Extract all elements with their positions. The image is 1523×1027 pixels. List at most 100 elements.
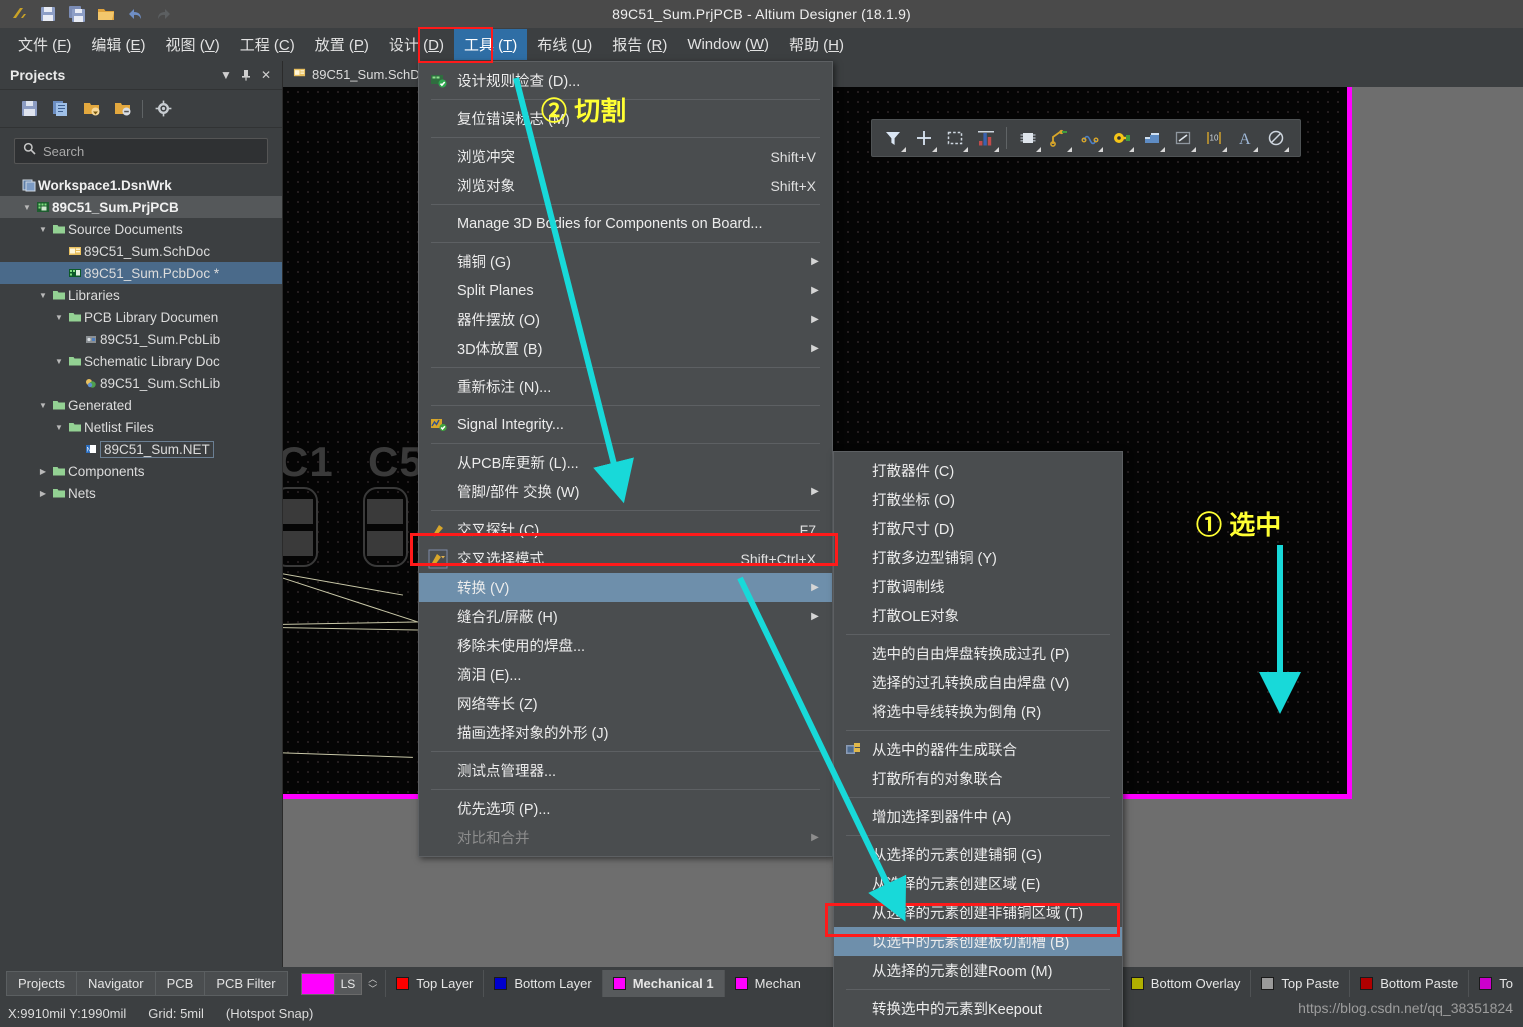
- save-icon[interactable]: [18, 98, 40, 120]
- open-project-icon[interactable]: [80, 98, 102, 120]
- menu-item-signal-integrity[interactable]: Signal Integrity...: [419, 410, 832, 439]
- line-icon[interactable]: [1168, 124, 1197, 153]
- submenu-item-explode-modulated-line[interactable]: 打散调制线: [834, 572, 1122, 601]
- dimension-icon[interactable]: 10: [1199, 124, 1228, 153]
- submenu-item-create-cutout-region-from-selected[interactable]: 从选择的元素创建非铺铜区域 (T): [834, 898, 1122, 927]
- submenu-item-create-union[interactable]: 从选中的器件生成联合: [834, 735, 1122, 764]
- tree-twisty[interactable]: ▶: [36, 489, 50, 498]
- menu-help[interactable]: 帮助 (H): [779, 29, 854, 60]
- submenu-item-track-to-chamfer[interactable]: 将选中导线转换为倒角 (R): [834, 697, 1122, 726]
- open-folder-icon[interactable]: [95, 3, 117, 25]
- spinner-up-icon[interactable]: ︿: [368, 974, 377, 984]
- tree-twisty[interactable]: ▼: [36, 401, 50, 410]
- tree-item-components[interactable]: ▶ Components: [0, 460, 282, 482]
- tree-item-netlist-files[interactable]: ▼ Netlist Files: [0, 416, 282, 438]
- gear-icon[interactable]: [152, 98, 174, 120]
- menu-route[interactable]: 布线 (U): [527, 29, 602, 60]
- tree-item-source-documents[interactable]: ▼ Source Documents: [0, 218, 282, 240]
- search-box[interactable]: [14, 138, 268, 164]
- tree-item-pcblib[interactable]: 89C51_Sum.PcbLib: [0, 328, 282, 350]
- submenu-item-explode-dimension[interactable]: 打散尺寸 (D): [834, 514, 1122, 543]
- quick-access-toolbar[interactable]: [0, 3, 175, 25]
- tree-item-net[interactable]: N 89C51_Sum.NET: [0, 438, 282, 460]
- menu-item-manage-3d-bodies[interactable]: Manage 3D Bodies for Components on Board…: [419, 209, 832, 238]
- via-icon[interactable]: [1106, 124, 1135, 153]
- submenu-item-create-board-cutout-from-selected[interactable]: 以选中的元素创建板切割槽 (B): [834, 927, 1122, 956]
- menu-item-cross-select-mode[interactable]: 交叉选择模式 Shift+Ctrl+X: [419, 544, 832, 573]
- board-planning-icon[interactable]: [971, 124, 1000, 153]
- layer-tab-top-paste[interactable]: Top Paste: [1250, 970, 1349, 997]
- submenu-item-create-region-from-selected[interactable]: 从选择的元素创建区域 (E): [834, 869, 1122, 898]
- submenu-item-explode-ole-object[interactable]: 打散OLE对象: [834, 601, 1122, 630]
- active-layer-color-swatch[interactable]: [300, 972, 335, 995]
- close-project-icon[interactable]: [111, 98, 133, 120]
- layer-tab-top-overlay-partial[interactable]: To: [1468, 970, 1523, 997]
- menu-item-update-from-pcb-library[interactable]: 从PCB库更新 (L)...: [419, 448, 832, 477]
- undo-icon[interactable]: [124, 3, 146, 25]
- submenu-item-create-polygon-from-selected[interactable]: 从选择的元素创建铺铜 (G): [834, 840, 1122, 869]
- search-input[interactable]: [43, 143, 259, 159]
- menu-item-split-planes[interactable]: Split Planes ▶: [419, 276, 832, 305]
- tree-item-libraries[interactable]: ▼ Libraries: [0, 284, 282, 306]
- menu-item-via-stitching-shielding[interactable]: 缝合孔/屏蔽 (H) ▶: [419, 602, 832, 631]
- layer-tab-top-layer[interactable]: Top Layer: [385, 970, 483, 997]
- layer-tab-bottom-layer[interactable]: Bottom Layer: [483, 970, 601, 997]
- menu-item-polygon-pours[interactable]: 铺铜 (G) ▶: [419, 247, 832, 276]
- layer-tab-mechanical-partial[interactable]: Mechan: [723, 970, 811, 997]
- menu-reports[interactable]: 报告 (R): [602, 29, 677, 60]
- save-icon[interactable]: [37, 3, 59, 25]
- submenu-item-explode-coordinate[interactable]: 打散坐标 (O): [834, 485, 1122, 514]
- menu-item-teardrops[interactable]: 滴泪 (E)...: [419, 660, 832, 689]
- component-icon[interactable]: [1013, 124, 1042, 153]
- submenu-item-break-all-unions[interactable]: 打散所有的对象联合: [834, 764, 1122, 793]
- menu-item-cross-probe[interactable]: 交叉探针 (C) F7: [419, 515, 832, 544]
- tools-dropdown-menu[interactable]: 设计规则检查 (D)... 复位错误标志 (M) 浏览冲突 Shift+V 浏览…: [418, 61, 833, 857]
- layer-tab-bottom-paste[interactable]: Bottom Paste: [1349, 970, 1468, 997]
- pin-icon[interactable]: [236, 65, 256, 85]
- layer-tab-bottom-overlay[interactable]: Bottom Overlay: [1119, 970, 1251, 997]
- menu-item-browse-objects[interactable]: 浏览对象 Shift+X: [419, 171, 832, 200]
- tree-item-schematic-library-documents[interactable]: ▼ Schematic Library Doc: [0, 350, 282, 372]
- tree-twisty[interactable]: ▼: [20, 203, 34, 212]
- tree-twisty[interactable]: ▼: [36, 225, 50, 234]
- panel-button-projects[interactable]: Projects: [6, 971, 77, 996]
- project-tree[interactable]: Workspace1.DsnWrk ▼ 89C51_Sum.PrjPCB ▼ S…: [0, 172, 282, 504]
- projects-panel-toolbar[interactable]: [0, 90, 282, 128]
- layer-set-control[interactable]: LS: [300, 972, 363, 995]
- layer-tab-mechanical-1[interactable]: Mechanical 1: [601, 970, 724, 997]
- save-all-icon[interactable]: [66, 3, 88, 25]
- menu-place[interactable]: 放置 (P): [305, 29, 379, 60]
- submenu-item-add-selected-to-component[interactable]: 增加选择到器件中 (A): [834, 802, 1122, 831]
- polygon-pour-icon[interactable]: [1137, 124, 1166, 153]
- document-tab-schdoc[interactable]: 89C51_Sum.SchD: [283, 61, 431, 87]
- panel-button-navigator[interactable]: Navigator: [75, 971, 156, 996]
- tree-item-pcbdoc[interactable]: 89C51_Sum.PcbDoc *: [0, 262, 282, 284]
- layer-spinner[interactable]: ︿ ﹀: [368, 974, 377, 994]
- panel-button-pcb[interactable]: PCB: [154, 971, 206, 996]
- submenu-item-explode-polygon[interactable]: 打散多边型铺铜 (Y): [834, 543, 1122, 572]
- route-icon[interactable]: [1044, 124, 1073, 153]
- chevron-down-icon[interactable]: ▼: [216, 65, 236, 85]
- menu-edit[interactable]: 编辑 (E): [81, 29, 155, 60]
- text-icon[interactable]: A: [1230, 124, 1259, 153]
- tree-item-pcb-library-documents[interactable]: ▼ PCB Library Documen: [0, 306, 282, 328]
- panel-button-pcb-filter[interactable]: PCB Filter: [204, 971, 288, 996]
- layer-set-label[interactable]: LS: [334, 972, 363, 995]
- menu-item-preferences[interactable]: 优先选项 (P)...: [419, 794, 832, 823]
- submenu-item-convert-keepout-to-selected[interactable]: 转换选中的Keepout到元素: [834, 1023, 1122, 1027]
- menu-project[interactable]: 工程 (C): [230, 29, 305, 60]
- menu-design[interactable]: 设计 (D): [379, 29, 454, 60]
- submenu-item-free-pad-to-via[interactable]: 选中的自由焊盘转换成过孔 (P): [834, 639, 1122, 668]
- menu-window[interactable]: Window (W): [677, 31, 779, 58]
- menu-bar[interactable]: 文件 (F) 编辑 (E) 视图 (V) 工程 (C) 放置 (P) 设计 (D…: [0, 28, 1523, 61]
- pcb-floating-toolbar[interactable]: 10 A: [871, 119, 1301, 157]
- menu-item-browse-violations[interactable]: 浏览冲突 Shift+V: [419, 142, 832, 171]
- menu-item-remove-unused-pads[interactable]: 移除未使用的焊盘...: [419, 631, 832, 660]
- menu-item-convert[interactable]: 转换 (V) ▶: [419, 573, 832, 602]
- menu-item-re-annotate[interactable]: 重新标注 (N)...: [419, 372, 832, 401]
- tree-twisty[interactable]: ▶: [36, 467, 50, 476]
- tree-item-workspace[interactable]: Workspace1.DsnWrk: [0, 174, 282, 196]
- differential-pair-icon[interactable]: [1075, 124, 1104, 153]
- crosshair-icon[interactable]: [909, 124, 938, 153]
- menu-item-net-equalize-length[interactable]: 网络等长 (Z): [419, 689, 832, 718]
